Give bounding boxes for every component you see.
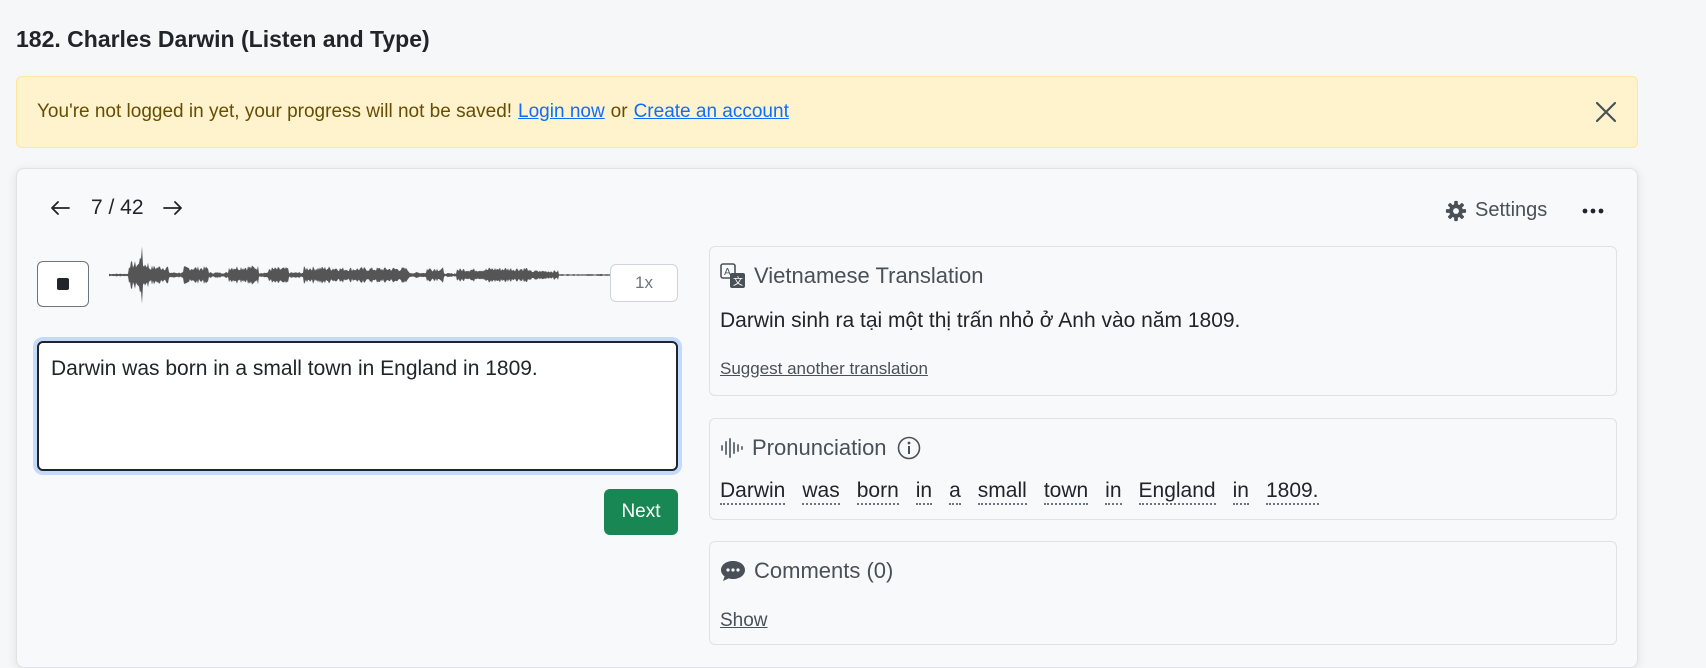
pronunciation-word[interactable]: Darwin bbox=[720, 479, 786, 505]
pronunciation-word[interactable]: in bbox=[1105, 479, 1122, 505]
more-options-icon[interactable] bbox=[1577, 197, 1609, 225]
pronunciation-title: Pronunciation bbox=[752, 435, 887, 460]
pronunciation-word[interactable]: England bbox=[1138, 479, 1216, 505]
pronunciation-header: Pronunciation bbox=[720, 435, 929, 461]
chat-bubble-icon bbox=[721, 561, 745, 581]
translation-panel: A 文 Vietnamese Translation Darwin sinh r… bbox=[709, 246, 1617, 396]
create-account-link[interactable]: Create an account bbox=[634, 101, 789, 123]
settings-button[interactable]: Settings bbox=[1445, 199, 1547, 222]
alert-or-text: or bbox=[610, 101, 628, 122]
stop-button[interactable] bbox=[37, 261, 89, 307]
translation-header: A 文 Vietnamese Translation bbox=[720, 263, 984, 289]
svg-text:A: A bbox=[724, 267, 731, 278]
page-title: 182. Charles Darwin (Listen and Type) bbox=[16, 26, 430, 52]
comments-panel: Comments (0) Show bbox=[709, 541, 1617, 645]
pronunciation-word[interactable]: in bbox=[915, 479, 933, 505]
show-comments-link[interactable]: Show bbox=[720, 610, 768, 632]
info-icon[interactable] bbox=[897, 436, 921, 460]
translation-title: Vietnamese Translation bbox=[754, 263, 984, 288]
suggest-translation-link[interactable]: Suggest another translation bbox=[720, 359, 928, 379]
translation-text: Darwin sinh ra tại một thị trấn nhỏ ở An… bbox=[720, 309, 1241, 332]
gear-icon bbox=[1445, 200, 1467, 221]
stop-icon bbox=[57, 278, 69, 290]
pronunciation-word[interactable]: in bbox=[1232, 479, 1249, 505]
soundwave-icon bbox=[721, 438, 743, 458]
pronunciation-panel: Pronunciation Darwin was born in a small town i… bbox=[709, 418, 1617, 520]
pronunciation-word[interactable]: 1809. bbox=[1265, 479, 1319, 505]
svg-text:文: 文 bbox=[733, 275, 743, 288]
pronunciation-words: Darwin was born in a small town in England in 1809… bbox=[720, 479, 1336, 505]
sentence-counter: 7 / 42 bbox=[91, 196, 144, 219]
exercise-card: 7 / 42 Settings 1x Darwin was born in a … bbox=[16, 168, 1638, 668]
audio-waveform[interactable] bbox=[109, 245, 617, 305]
close-icon[interactable] bbox=[1593, 99, 1619, 125]
pronunciation-word[interactable]: was bbox=[802, 479, 840, 505]
pronunciation-word[interactable]: small bbox=[977, 479, 1027, 505]
login-link[interactable]: Login now bbox=[518, 101, 605, 123]
translate-icon: A 文 bbox=[720, 263, 745, 288]
pronunciation-word[interactable]: a bbox=[949, 479, 961, 505]
settings-label: Settings bbox=[1475, 199, 1548, 221]
alert-message: You're not logged in yet, your progress … bbox=[37, 101, 513, 122]
answer-input[interactable]: Darwin was born in a small town in Engla… bbox=[37, 341, 678, 471]
arrow-right-icon[interactable] bbox=[158, 193, 188, 223]
comments-header: Comments (0) bbox=[720, 558, 893, 584]
arrow-left-icon[interactable] bbox=[45, 193, 75, 223]
comments-title: Comments (0) bbox=[754, 558, 894, 583]
next-button[interactable]: Next bbox=[604, 489, 678, 535]
playback-speed-button[interactable]: 1x bbox=[610, 264, 678, 302]
sentence-navigation: 7 / 42 bbox=[45, 193, 188, 223]
waveform-shape bbox=[109, 246, 616, 304]
pronunciation-word[interactable]: town bbox=[1043, 479, 1089, 505]
pronunciation-word[interactable]: born bbox=[856, 479, 899, 505]
login-alert: You're not logged in yet, your progress … bbox=[16, 76, 1638, 148]
